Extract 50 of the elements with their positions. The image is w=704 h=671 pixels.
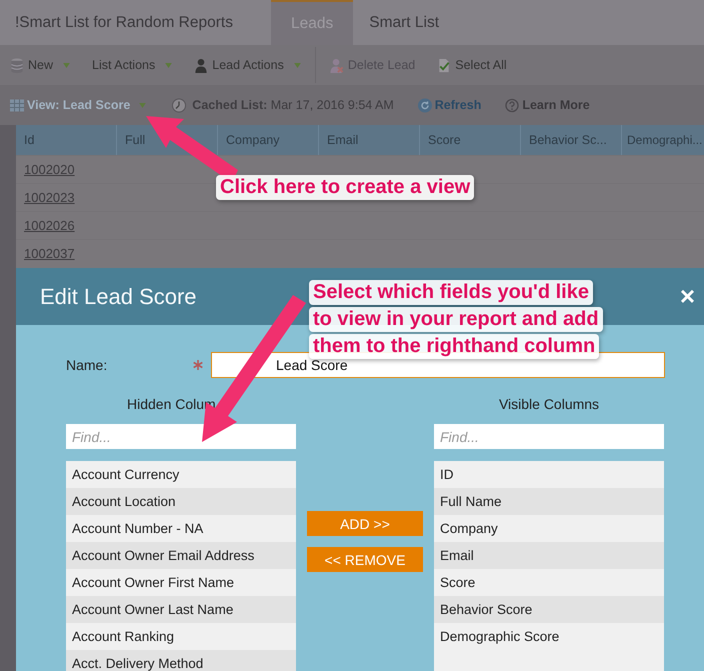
caret-icon bbox=[139, 102, 146, 108]
column-header[interactable]: Behavior Sc... bbox=[521, 125, 622, 155]
tab[interactable]: Smart List bbox=[353, 0, 455, 45]
annotation-text: them to the righthand column bbox=[309, 334, 600, 359]
caret-icon bbox=[165, 62, 172, 68]
annotation-text: Select which fields you'd like bbox=[309, 280, 593, 305]
list-item[interactable]: Account Owner Email Address bbox=[66, 542, 296, 569]
required-icon bbox=[193, 360, 203, 370]
toolbar-button[interactable]: Select All bbox=[437, 58, 507, 72]
list-item[interactable]: Account Location bbox=[66, 488, 296, 515]
column-header[interactable]: Email bbox=[319, 125, 420, 155]
person-icon bbox=[196, 58, 207, 72]
person-x-icon bbox=[330, 58, 344, 72]
find-field[interactable]: Find... bbox=[66, 424, 296, 449]
lead-id-link[interactable]: 1002026 bbox=[24, 218, 75, 233]
refresh-button[interactable]: Refresh bbox=[418, 98, 482, 112]
column-header[interactable]: Company bbox=[218, 125, 319, 155]
annotation-text: Click here to create a view bbox=[216, 175, 474, 200]
list-item[interactable]: Behavior Score bbox=[434, 596, 664, 623]
list-item[interactable]: Full Name bbox=[434, 488, 664, 515]
dialog-title: Edit Lead Score bbox=[40, 284, 197, 310]
list-item[interactable]: Acct. Delivery Method bbox=[66, 650, 296, 671]
toolbar-button[interactable]: List Actions bbox=[92, 58, 172, 72]
database-icon bbox=[10, 58, 24, 72]
name-label: Name: bbox=[66, 357, 108, 373]
refresh-icon bbox=[418, 98, 432, 112]
column-heading: Visible Columns bbox=[498, 396, 600, 414]
list-item[interactable]: Account Owner Last Name bbox=[66, 596, 296, 623]
caret-icon bbox=[294, 62, 301, 68]
document-check-icon bbox=[440, 58, 450, 72]
lead-id-link[interactable]: 1002037 bbox=[24, 246, 75, 261]
find-field[interactable]: Find... bbox=[434, 424, 664, 449]
help-icon bbox=[505, 98, 520, 112]
clock-icon bbox=[172, 98, 186, 112]
close-button[interactable]: × bbox=[680, 281, 695, 312]
column-header[interactable]: Demographi... bbox=[622, 125, 704, 155]
annotation-text: to view in your report and add bbox=[309, 307, 603, 332]
remove-button[interactable]: << REMOVE bbox=[307, 547, 423, 572]
add-button[interactable]: ADD >> bbox=[307, 511, 423, 536]
columns-icon bbox=[10, 98, 24, 112]
lead-id-link[interactable]: 1002023 bbox=[24, 190, 75, 205]
view-menu[interactable]: View: Lead Score bbox=[10, 98, 146, 112]
column-header[interactable]: Score bbox=[420, 125, 521, 155]
toolbar-button[interactable]: New bbox=[10, 58, 70, 72]
column-header[interactable]: Id bbox=[16, 125, 117, 155]
caret-icon bbox=[63, 62, 70, 68]
list-item[interactable]: Email bbox=[434, 542, 664, 569]
tab[interactable]: !Smart List for Random Reports bbox=[0, 0, 271, 45]
toolbar-button[interactable]: Lead Actions bbox=[194, 58, 301, 72]
lead-id-link[interactable]: 1002020 bbox=[24, 162, 75, 177]
